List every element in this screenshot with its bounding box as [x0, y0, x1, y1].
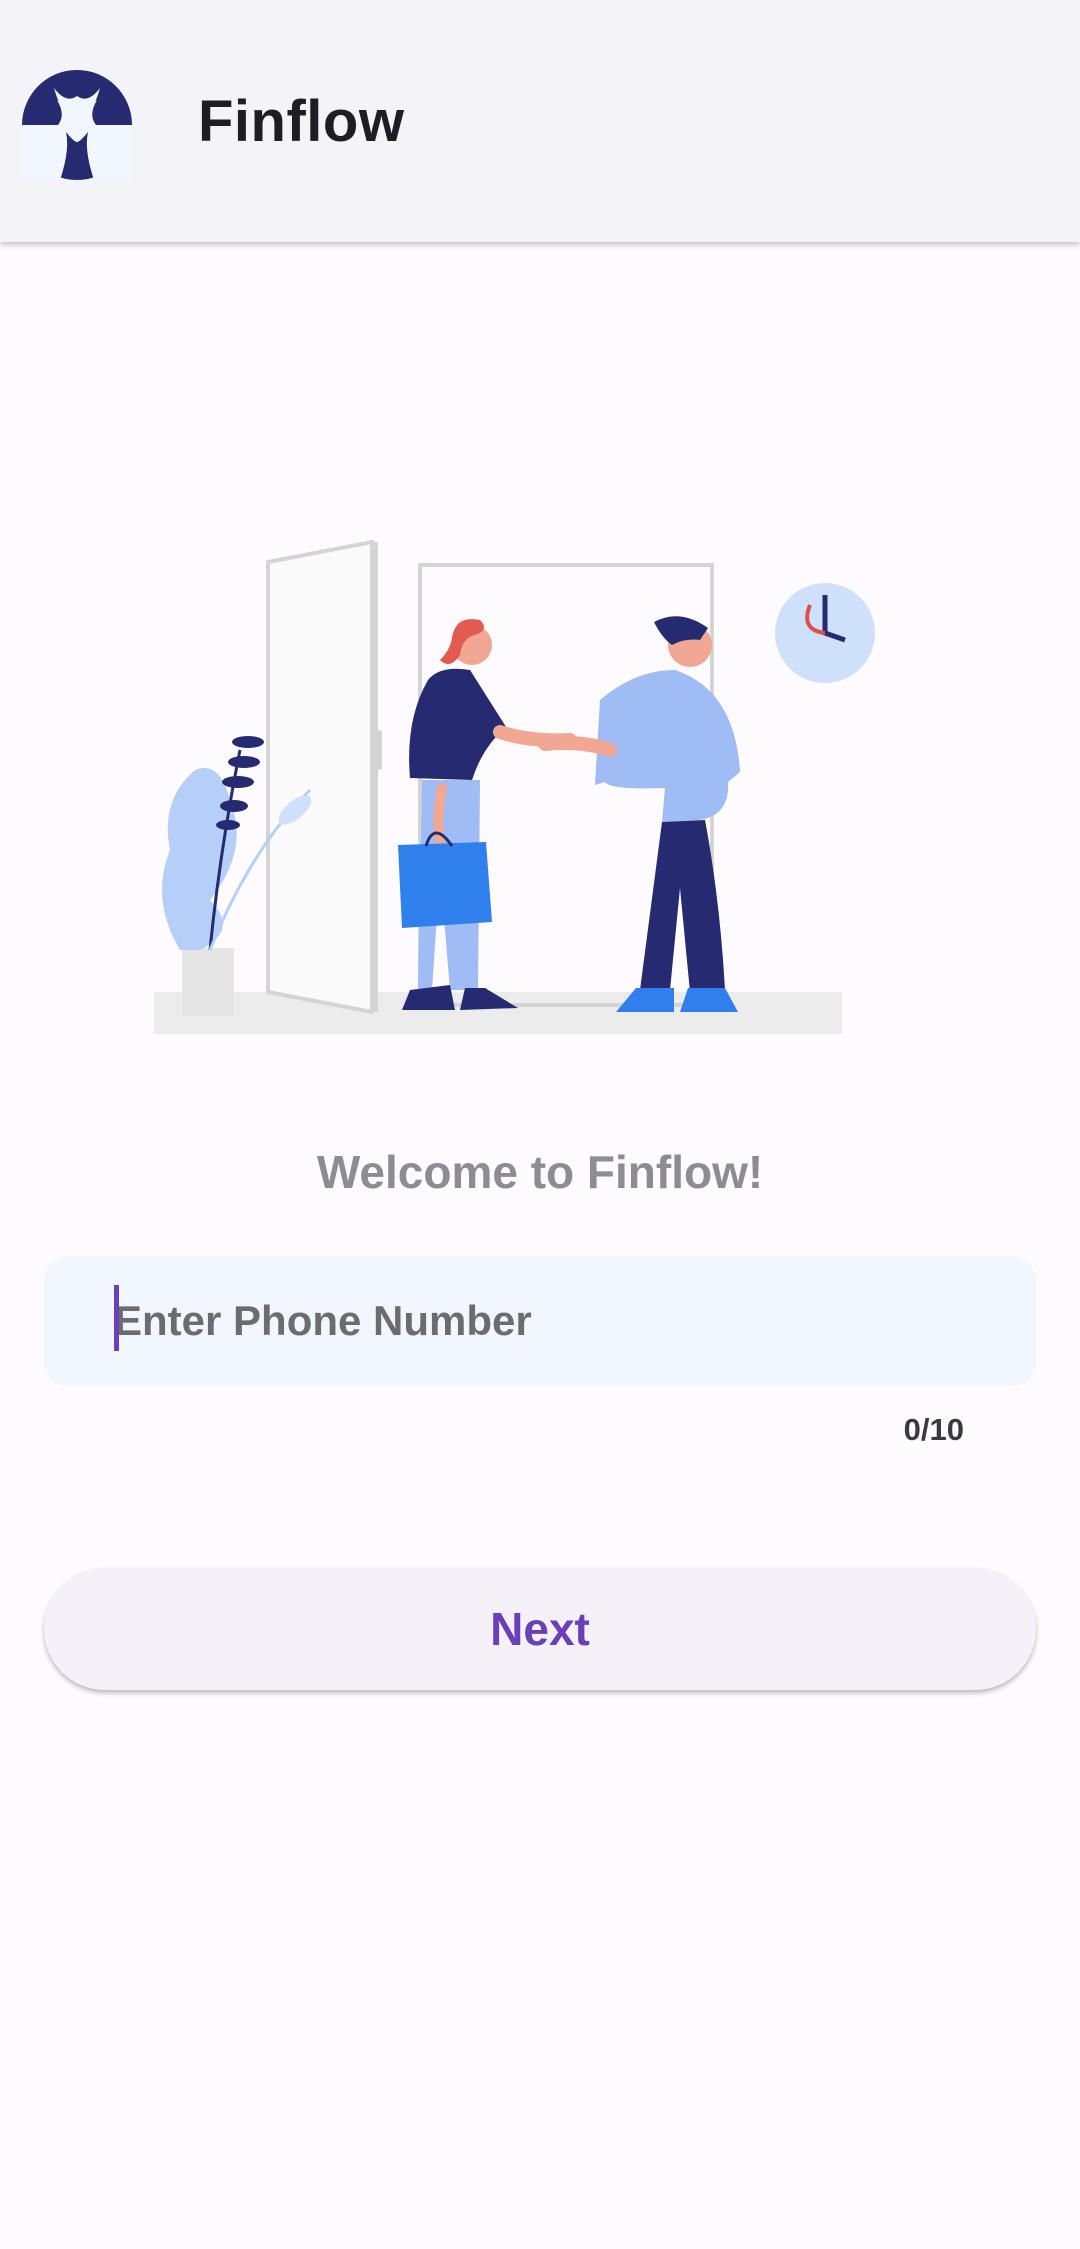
character-counter: 0/10 — [903, 1412, 964, 1447]
text-cursor — [114, 1285, 119, 1351]
app-title: Finflow — [198, 89, 405, 154]
finflow-logo-icon — [22, 70, 132, 180]
app-bar: Finflow — [0, 0, 1080, 242]
next-button[interactable]: Next — [44, 1568, 1036, 1690]
phone-input[interactable] — [114, 1256, 1014, 1386]
welcome-handshake-illustration — [154, 539, 875, 1034]
welcome-heading: Welcome to Finflow! — [316, 1146, 764, 1198]
